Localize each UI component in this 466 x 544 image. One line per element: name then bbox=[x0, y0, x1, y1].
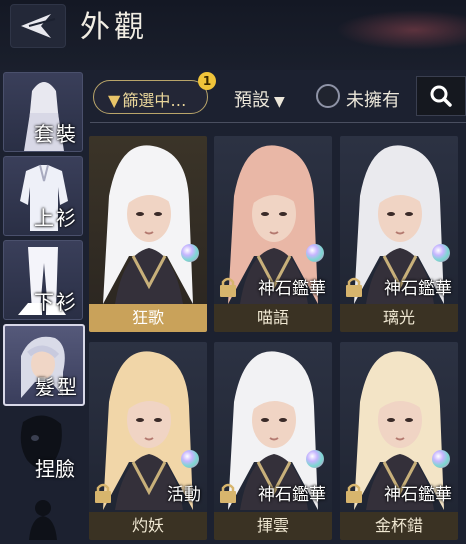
lock-icon bbox=[346, 277, 362, 297]
tab-top[interactable]: 上衫 bbox=[3, 156, 83, 236]
tab-outfit-label: 套裝 bbox=[34, 122, 78, 146]
tab-face-label: 捏臉 bbox=[35, 457, 75, 481]
tab-bottom-label: 下衫 bbox=[34, 290, 78, 314]
preset-dropdown[interactable]: 預設 ▼ bbox=[234, 86, 285, 112]
card-name-label: 璃光 bbox=[340, 304, 458, 332]
preset-label: 預設 bbox=[234, 90, 270, 111]
page-title: 外觀 bbox=[80, 10, 148, 45]
card-source-tag: 神石鑑華 bbox=[258, 279, 326, 299]
tab-outfit[interactable]: 套裝 bbox=[3, 72, 83, 152]
card-name-label: 金杯錯 bbox=[340, 512, 458, 540]
quality-orb-icon bbox=[181, 450, 199, 468]
tab-hairstyle[interactable]: 髮型 bbox=[3, 324, 85, 406]
card-name-label: 灼妖 bbox=[89, 512, 207, 540]
card-source-tag: 神石鑑華 bbox=[384, 485, 452, 505]
unowned-radio[interactable] bbox=[316, 84, 340, 108]
hairstyle-card[interactable]: 神石鑑華璃光 bbox=[340, 136, 458, 332]
character-portrait bbox=[103, 145, 193, 304]
unowned-label: 未擁有 bbox=[346, 90, 400, 111]
tab-top-label: 上衫 bbox=[34, 206, 78, 230]
lock-icon bbox=[220, 277, 236, 297]
quality-orb-icon bbox=[181, 244, 199, 262]
category-sidebar: 套裝 上衫 下衫 髮型 捏臉 bbox=[0, 70, 86, 540]
top-bar: 外觀 bbox=[0, 0, 466, 70]
filter-count-badge: 1 bbox=[198, 72, 216, 90]
card-source-tag: 神石鑑華 bbox=[384, 279, 452, 299]
quality-orb-icon bbox=[432, 450, 450, 468]
quality-orb-icon bbox=[306, 450, 324, 468]
hairstyle-card[interactable]: 活動灼妖 bbox=[89, 342, 207, 540]
lock-icon bbox=[95, 483, 111, 503]
figure-silhouette-icon bbox=[29, 500, 57, 540]
back-button[interactable] bbox=[10, 4, 66, 48]
card-source-tag: 活動 bbox=[167, 485, 201, 505]
card-source-tag: 神石鑑華 bbox=[258, 485, 326, 505]
search-button[interactable] bbox=[416, 76, 466, 116]
dropdown-arrow-icon: ▼ bbox=[274, 94, 285, 110]
tab-bottom[interactable]: 下衫 bbox=[3, 240, 83, 320]
decorative-banner bbox=[336, 10, 466, 50]
tab-face[interactable]: 捏臉 bbox=[3, 408, 81, 486]
toolbar-divider bbox=[90, 122, 466, 123]
card-name-label: 揮雲 bbox=[214, 512, 332, 540]
lock-icon bbox=[346, 483, 362, 503]
quality-orb-icon bbox=[432, 244, 450, 262]
lock-icon bbox=[220, 483, 236, 503]
hairstyle-card[interactable]: 神石鑑華金杯錯 bbox=[340, 342, 458, 540]
card-name-label: 狂歌 bbox=[89, 304, 207, 332]
card-name-label: 喵語 bbox=[214, 304, 332, 332]
quality-orb-icon bbox=[306, 244, 324, 262]
hairstyle-card[interactable]: 狂歌 bbox=[89, 136, 207, 332]
filter-funnel-icon: ▼ bbox=[108, 91, 121, 110]
tab-hairstyle-label: 髮型 bbox=[35, 375, 79, 399]
hairstyle-card[interactable]: 神石鑑華揮雲 bbox=[214, 342, 332, 540]
filter-button[interactable]: ▼ 篩選中… bbox=[93, 80, 208, 114]
back-arrow-icon bbox=[21, 14, 56, 38]
filter-label: 篩選中… bbox=[122, 91, 187, 110]
tab-extra[interactable] bbox=[3, 494, 81, 540]
search-icon bbox=[430, 85, 452, 107]
hairstyle-card[interactable]: 神石鑑華喵語 bbox=[214, 136, 332, 332]
